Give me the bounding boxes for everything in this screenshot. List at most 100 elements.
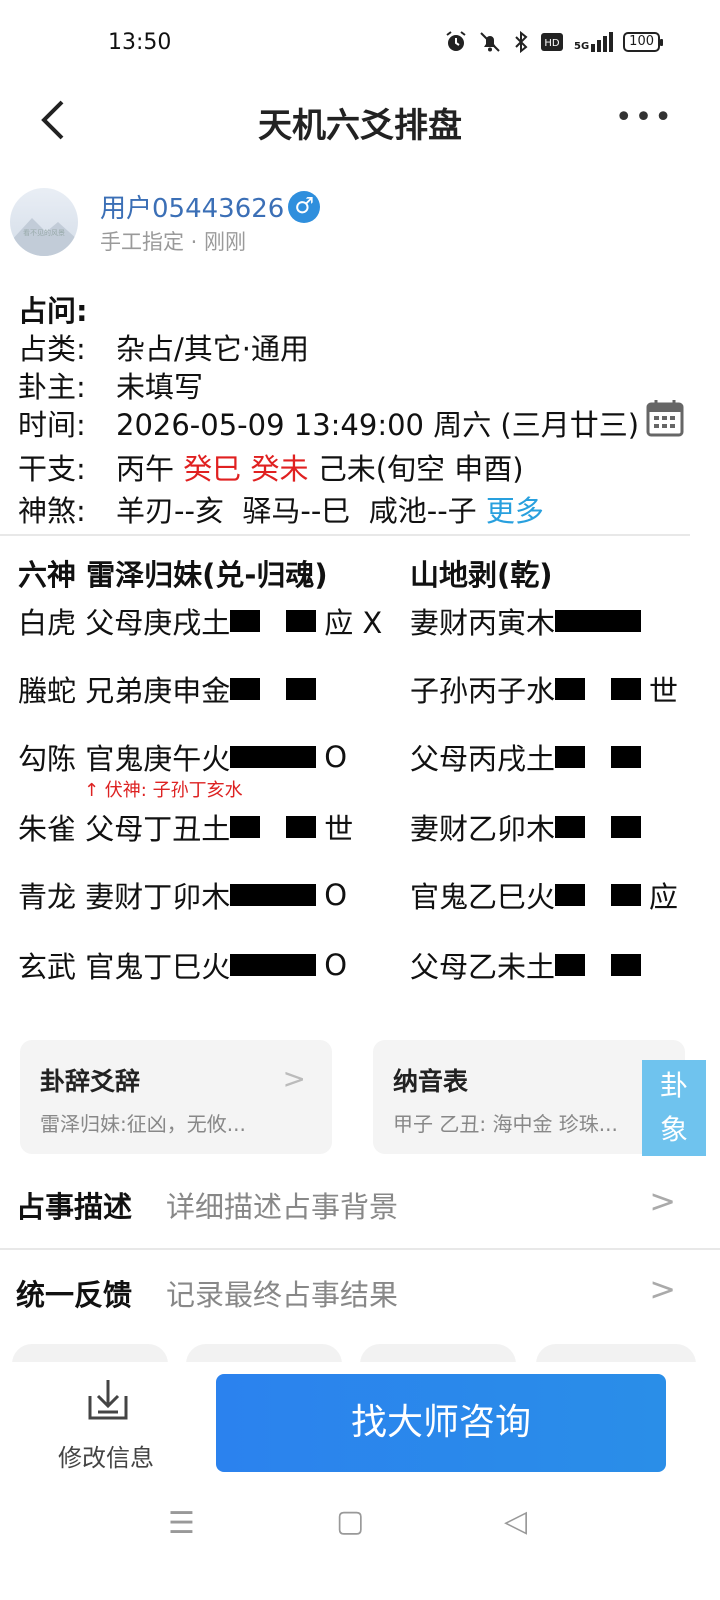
divider: [0, 1248, 720, 1250]
ganzhi-label: 干支:: [18, 452, 86, 486]
ganzhi-day: 癸未: [250, 452, 309, 486]
edit-info-label[interactable]: 修改信息: [58, 1438, 154, 1473]
fushen-note: ↑ 伏神: 子孙丁亥水: [84, 780, 243, 801]
calendar-icon[interactable]: [645, 398, 685, 438]
yin-line-symbol: [555, 884, 642, 906]
owner-label: 卦主:: [18, 370, 86, 404]
more-options-icon[interactable]: •••: [615, 100, 674, 135]
shensha-more-link[interactable]: 更多: [486, 488, 544, 530]
home-nav-icon[interactable]: ▢: [336, 1504, 364, 1539]
main-line: 玄武 官鬼丁巳火 O: [18, 944, 347, 986]
yin-line-symbol: [555, 954, 642, 976]
gua-xiang-tab[interactable]: 卦 象: [642, 1060, 706, 1156]
avatar-caption: 看不见的风景: [23, 229, 65, 237]
row-description-input[interactable]: 详细描述占事背景: [166, 1184, 398, 1226]
changed-line: 官鬼乙巳火 应: [410, 874, 678, 916]
question-label: 占问:: [18, 294, 88, 328]
male-icon: ♂: [288, 190, 321, 223]
main-line: 勾陈 官鬼庚午火 O: [18, 736, 347, 778]
shensha-row: 神煞: 羊刃--亥 驿马--巳 咸池--子 更多: [18, 488, 544, 530]
hexagram-changed-title: 山地剥(乾): [410, 558, 553, 592]
chevron-right-icon[interactable]: >: [649, 1182, 676, 1220]
main-line: 朱雀 父母丁丑土 世: [18, 806, 353, 848]
card-guaci[interactable]: 卦辞爻辞 雷泽归妹:征凶，无攸... >: [20, 1040, 332, 1154]
card-nayin-sub: 甲子 乙丑: 海中金 珍珠...: [393, 1112, 618, 1136]
avatar[interactable]: 看不见的风景: [10, 188, 78, 256]
card-nayin[interactable]: 纳音表 甲子 乙丑: 海中金 珍珠...: [373, 1040, 685, 1154]
card-nayin-title: 纳音表: [393, 1067, 469, 1096]
yao-text: 父母丙戌土: [410, 742, 556, 776]
time-value: 2026-05-09 13:49:00 周六 (三月廿三): [116, 408, 640, 442]
yang-line-symbol: [230, 884, 317, 906]
yao-mark: O: [324, 740, 348, 774]
ganzhi-month: 癸巳: [183, 452, 242, 486]
ganzhi-year: 丙午: [116, 452, 175, 486]
yao-text: 官鬼乙巳火: [410, 880, 556, 914]
chevron-right-icon: >: [282, 1062, 306, 1095]
changed-line: 子孙丙子水 世: [410, 668, 678, 710]
ganzhi-row: 干支: 丙午 癸巳 癸未 己未(旬空 申酉): [18, 446, 524, 488]
yao-mark: O: [324, 948, 348, 982]
alarm-icon: [446, 31, 466, 51]
changed-line: 父母丙戌土: [410, 736, 649, 778]
shensha-label: 神煞:: [18, 494, 86, 528]
category-row: 占类: 杂占/其它·通用: [18, 326, 309, 368]
gua-xiang-line1: 卦: [659, 1069, 688, 1102]
status-time: 13:50: [108, 30, 172, 55]
time-label: 时间:: [18, 408, 86, 442]
user-subtitle: 手工指定 · 刚刚: [100, 230, 247, 254]
question-row: 占问:: [18, 288, 88, 330]
time-row: 时间: 2026-05-09 13:49:00 周六 (三月廿三): [18, 400, 685, 444]
category-label: 占类:: [18, 332, 86, 366]
main-line: 青龙 妻财丁卯木 O: [18, 874, 347, 916]
yao-mark: 世: [649, 674, 679, 708]
yao-text: 妻财乙卯木: [410, 812, 556, 846]
changed-line: 父母乙未土: [410, 944, 649, 986]
yao-text: 勾陈 官鬼庚午火: [18, 742, 231, 776]
divination-info: 占问: 占类: 杂占/其它·通用 卦主: 未填写 时间: 2026-05-09 13:…: [18, 288, 698, 528]
hd-icon: HD: [541, 33, 563, 51]
row-feedback-title: 统一反馈: [16, 1278, 133, 1312]
chevron-right-icon[interactable]: >: [649, 1270, 676, 1308]
yao-text: 玄武 官鬼丁巳火: [18, 950, 231, 984]
yin-line-symbol: [555, 678, 642, 700]
edit-info-icon[interactable]: [84, 1376, 132, 1424]
gua-xiang-line2: 象: [659, 1113, 688, 1146]
yao-mark: 应 X: [324, 606, 383, 640]
divider: [0, 534, 690, 536]
yao-text: 白虎 父母庚戌土: [18, 606, 231, 640]
main-line: 白虎 父母庚戌土 应 X: [18, 600, 382, 642]
back-nav-icon[interactable]: ◁: [504, 1504, 527, 1539]
yao-text: 青龙 妻财丁卯木: [18, 880, 231, 914]
row-feedback-input[interactable]: 记录最终占事结果: [166, 1272, 398, 1314]
consult-master-button[interactable]: 找大师咨询: [216, 1374, 666, 1472]
menu-nav-icon[interactable]: ☰: [168, 1506, 195, 1541]
yin-line-symbol: [230, 610, 317, 632]
status-icons: HD 5G 100: [444, 30, 663, 54]
yao-text: 朱雀 父母丁丑土: [18, 812, 231, 846]
mute-bell-icon: [480, 32, 500, 52]
yin-line-symbol: [555, 746, 642, 768]
yin-line-symbol: [230, 816, 317, 838]
card-guaci-title: 卦辞爻辞: [40, 1067, 141, 1096]
username[interactable]: 用户05443626 ♂: [100, 188, 321, 225]
yao-mark: O: [324, 878, 348, 912]
card-guaci-sub: 雷泽归妹:征凶，无攸...: [40, 1112, 246, 1136]
yao-text: 父母乙未土: [410, 950, 556, 984]
yao-text: 螣蛇 兄弟庚申金: [18, 674, 231, 708]
yang-line-symbol: [230, 954, 317, 976]
shensha-value: 羊刃--亥 驿马--巳 咸池--子: [116, 494, 477, 528]
battery-icon: 100: [623, 32, 663, 52]
category-value: 杂占/其它·通用: [116, 332, 309, 366]
page-title: 天机六爻排盘: [258, 106, 462, 146]
row-description-title: 占事描述: [16, 1190, 133, 1224]
yao-text: 子孙丙子水: [410, 674, 556, 708]
changed-line: 妻财丙寅木: [410, 600, 649, 642]
changed-line: 妻财乙卯木: [410, 806, 649, 848]
owner-value: 未填写: [116, 370, 204, 404]
yao-text: 妻财丙寅木: [410, 606, 556, 640]
yin-line-symbol: [230, 678, 317, 700]
owner-row: 卦主: 未填写: [18, 364, 203, 406]
ganzhi-hour: 己未(旬空 申酉): [317, 452, 524, 486]
yao-mark: 应: [649, 880, 679, 914]
